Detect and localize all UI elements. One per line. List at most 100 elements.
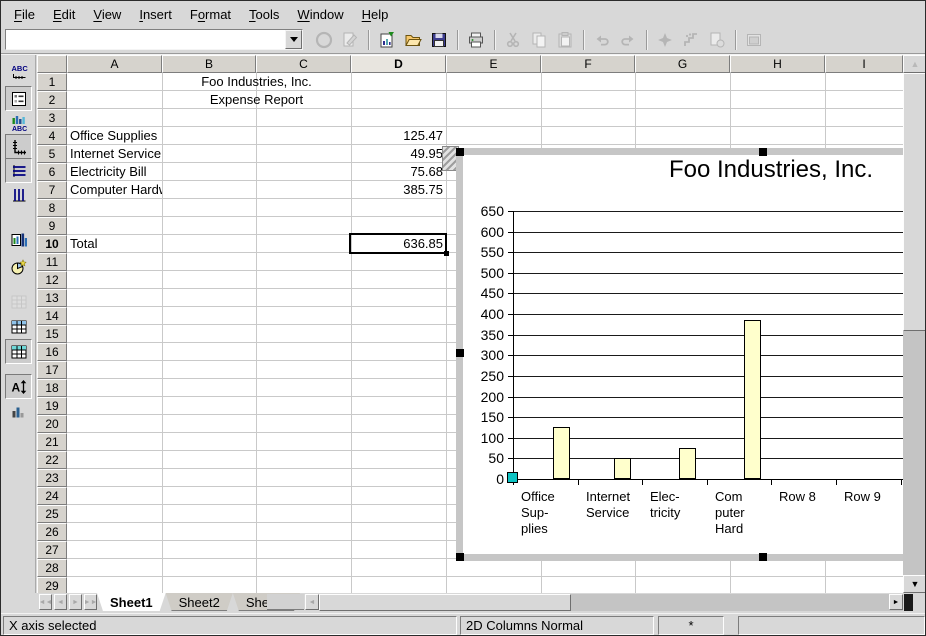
redo-icon[interactable] bbox=[616, 28, 640, 52]
cell-d4[interactable]: 125.47 bbox=[351, 127, 446, 145]
column-header-g[interactable]: G bbox=[635, 55, 730, 73]
name-box-input[interactable] bbox=[6, 30, 285, 49]
axis-selection-handle[interactable] bbox=[507, 472, 518, 483]
y-axis-label[interactable]: 300 bbox=[464, 348, 504, 362]
x-axis-label[interactable]: Elec-tricity bbox=[650, 489, 680, 521]
row-header-8[interactable]: 8 bbox=[37, 199, 67, 217]
row-header-9[interactable]: 9 bbox=[37, 217, 67, 235]
sheet-tab-sheet1[interactable]: Sheet1 bbox=[97, 593, 166, 611]
y-axis-label[interactable]: 0 bbox=[464, 472, 504, 486]
hscroll-right-icon[interactable]: ► bbox=[889, 594, 903, 610]
reorganize-chart-icon[interactable] bbox=[5, 399, 32, 424]
chart-frame-handle[interactable] bbox=[759, 148, 767, 156]
gallery-icon[interactable] bbox=[742, 28, 766, 52]
y-axis-label[interactable]: 550 bbox=[464, 245, 504, 259]
y-axis-label[interactable]: 200 bbox=[464, 390, 504, 404]
chart-frame-handle[interactable] bbox=[456, 349, 464, 357]
column-header-b[interactable]: B bbox=[162, 55, 256, 73]
row-header-26[interactable]: 26 bbox=[37, 523, 67, 541]
column-header-f[interactable]: F bbox=[541, 55, 635, 73]
insert-icon[interactable] bbox=[679, 28, 703, 52]
cell-a5[interactable]: Internet Service bbox=[67, 145, 162, 163]
chart-title[interactable]: Foo Industries, Inc. bbox=[669, 156, 873, 184]
x-axis-label[interactable]: ComputerHard bbox=[715, 489, 745, 537]
scale-text-icon[interactable]: A bbox=[5, 374, 32, 399]
row-header-20[interactable]: 20 bbox=[37, 415, 67, 433]
row-header-2[interactable]: 2 bbox=[37, 91, 67, 109]
vertical-grid-icon[interactable] bbox=[5, 182, 32, 207]
menu-tools[interactable]: Tools bbox=[240, 3, 288, 26]
tab-nav-next-icon[interactable]: ► bbox=[69, 594, 82, 610]
row-header-6[interactable]: 6 bbox=[37, 163, 67, 181]
cell-d5[interactable]: 49.95 bbox=[351, 145, 446, 163]
column-header-e[interactable]: E bbox=[446, 55, 541, 73]
menu-format[interactable]: Format bbox=[181, 3, 240, 26]
chart-frame-handle[interactable] bbox=[456, 148, 464, 156]
chart-object[interactable]: Foo Industries, Inc.05010015020025030035… bbox=[456, 148, 903, 561]
axes-titles-icon[interactable]: ABC bbox=[5, 110, 32, 135]
sheet-tab-sheet2[interactable]: Sheet2 bbox=[166, 593, 233, 611]
row-header-29[interactable]: 29 bbox=[37, 577, 67, 593]
row-header-16[interactable]: 16 bbox=[37, 343, 67, 361]
open-icon[interactable] bbox=[401, 28, 425, 52]
x-axis-label[interactable]: Row 9 bbox=[844, 489, 881, 505]
data-in-columns-icon[interactable] bbox=[5, 339, 32, 364]
x-axis-label[interactable]: InternetService bbox=[586, 489, 630, 521]
row-header-25[interactable]: 25 bbox=[37, 505, 67, 523]
x-axis-label[interactable]: Row 8 bbox=[779, 489, 816, 505]
horizontal-grid-icon[interactable] bbox=[5, 158, 32, 183]
menu-window[interactable]: Window bbox=[288, 3, 352, 26]
row-header-7[interactable]: 7 bbox=[37, 181, 67, 199]
y-axis-label[interactable]: 600 bbox=[464, 225, 504, 239]
column-header-h[interactable]: H bbox=[730, 55, 825, 73]
row-header-24[interactable]: 24 bbox=[37, 487, 67, 505]
fill-handle[interactable] bbox=[444, 251, 449, 256]
menu-insert[interactable]: Insert bbox=[130, 3, 181, 26]
row-header-13[interactable]: 13 bbox=[37, 289, 67, 307]
tab-nav-previous-icon[interactable]: ◄ bbox=[54, 594, 67, 610]
row-header-19[interactable]: 19 bbox=[37, 397, 67, 415]
menu-view[interactable]: View bbox=[84, 3, 130, 26]
cell-d10[interactable]: 636.85 bbox=[351, 235, 446, 253]
scroll-up-icon[interactable]: ▲ bbox=[903, 55, 926, 73]
copy-icon[interactable] bbox=[527, 28, 551, 52]
row-header-17[interactable]: 17 bbox=[37, 361, 67, 379]
y-axis-label[interactable]: 450 bbox=[464, 286, 504, 300]
row-header-27[interactable]: 27 bbox=[37, 541, 67, 559]
x-axis[interactable] bbox=[513, 479, 903, 480]
paste-special-icon[interactable] bbox=[705, 28, 729, 52]
save-icon[interactable] bbox=[427, 28, 451, 52]
select-all-corner[interactable] bbox=[37, 55, 67, 73]
column-header-d[interactable]: D bbox=[351, 55, 446, 73]
cell-a10[interactable]: Total bbox=[67, 235, 162, 253]
window-resize-grip[interactable] bbox=[904, 594, 913, 611]
cell-a6[interactable]: Electricity Bill bbox=[67, 163, 162, 181]
new-document-icon[interactable] bbox=[375, 28, 399, 52]
y-axis[interactable] bbox=[513, 211, 514, 479]
row-header-5[interactable]: 5 bbox=[37, 145, 67, 163]
column-header-a[interactable]: A bbox=[67, 55, 162, 73]
titles-on-off-icon[interactable]: ABC bbox=[5, 59, 32, 84]
y-axis-label[interactable]: 650 bbox=[464, 204, 504, 218]
x-axis-label[interactable]: OfficeSup-plies bbox=[521, 489, 555, 537]
row-header-12[interactable]: 12 bbox=[37, 271, 67, 289]
y-axis-label[interactable]: 50 bbox=[464, 451, 504, 465]
cell-a2[interactable]: Expense Report bbox=[67, 91, 446, 109]
chart-frame-handle[interactable] bbox=[456, 553, 464, 561]
row-header-22[interactable]: 22 bbox=[37, 451, 67, 469]
paste-icon[interactable] bbox=[553, 28, 577, 52]
edit-file-icon[interactable] bbox=[338, 28, 362, 52]
row-header-14[interactable]: 14 bbox=[37, 307, 67, 325]
print-icon[interactable] bbox=[464, 28, 488, 52]
y-axis-label[interactable]: 500 bbox=[464, 266, 504, 280]
y-axis-label[interactable]: 400 bbox=[464, 307, 504, 321]
cell-a1[interactable]: Foo Industries, Inc. bbox=[67, 73, 446, 91]
cell-d7[interactable]: 385.75 bbox=[351, 181, 446, 199]
tab-nav-first-icon[interactable]: ◄◄ bbox=[39, 594, 52, 610]
menu-edit[interactable]: Edit bbox=[44, 3, 84, 26]
row-header-18[interactable]: 18 bbox=[37, 379, 67, 397]
y-axis-label[interactable]: 350 bbox=[464, 328, 504, 342]
chart-frame-bottom[interactable] bbox=[456, 554, 903, 561]
cut-icon[interactable] bbox=[501, 28, 525, 52]
data-in-rows-icon[interactable] bbox=[5, 314, 32, 339]
